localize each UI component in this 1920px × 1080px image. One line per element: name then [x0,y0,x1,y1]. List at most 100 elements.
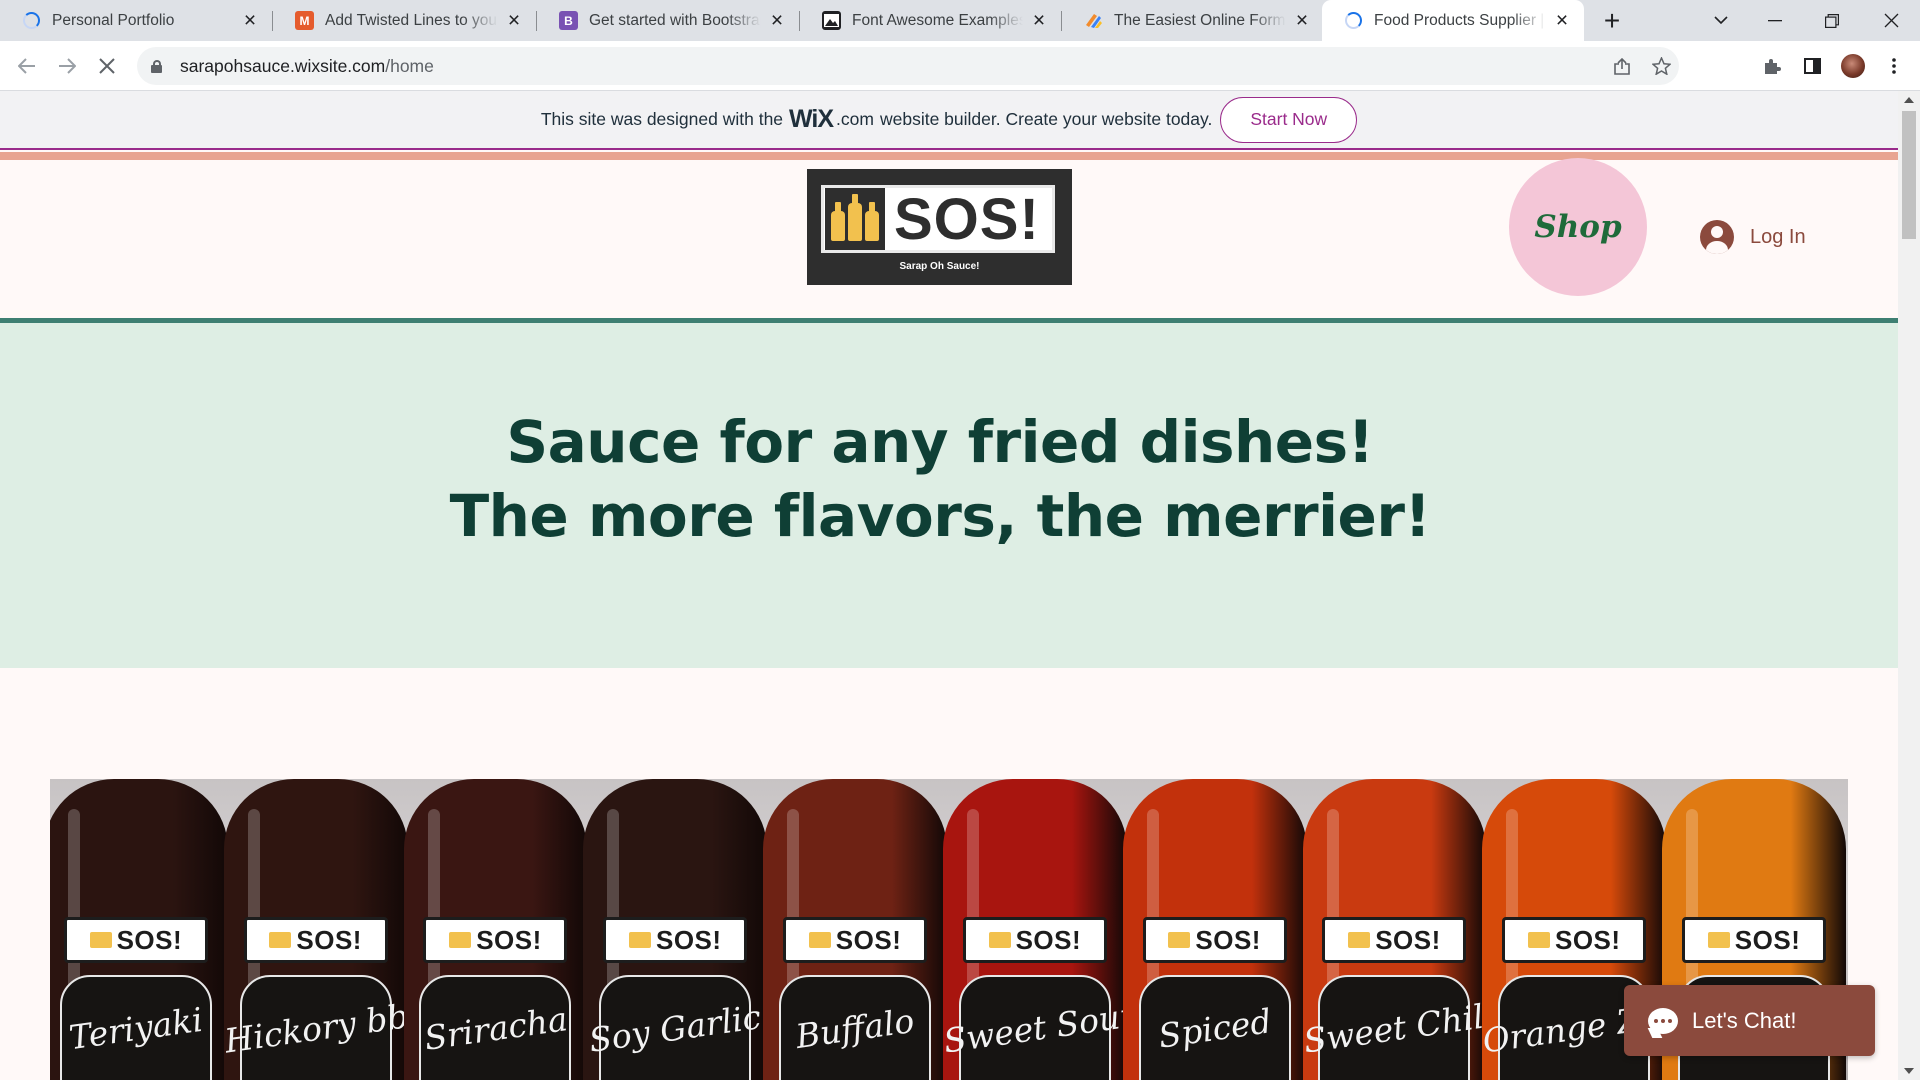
close-icon[interactable]: × [1552,9,1572,32]
login-label: Log In [1750,225,1806,248]
shop-button[interactable]: Shop [1509,158,1647,296]
hero-heading-line-1: Sauce for any fried dishes! [506,408,1374,476]
wix-logo-suffix: .com [836,109,874,129]
minimize-icon[interactable] [1758,0,1792,41]
bottle-label-text: SOS! [655,924,722,955]
browser-tab-strip: Personal Portfolio × M Add Twisted Lines… [0,0,1920,41]
restore-icon[interactable] [1815,0,1849,41]
tab-form-builder[interactable]: The Easiest Online Form Bu × [1062,0,1324,41]
back-icon[interactable] [11,50,43,82]
tab-food-products-supplier[interactable]: Food Products Supplier | SO × [1322,0,1584,41]
bottle-label-text: SOS! [1734,924,1801,955]
bottle-label-text: SOS! [296,924,362,955]
close-icon[interactable]: × [240,9,260,32]
forward-icon[interactable] [51,50,83,82]
browser-toolbar: sarapohsauce.wixsite.com/home [0,41,1920,91]
bottle-label: SOS! [1322,917,1467,963]
wix-banner-prefix: This site was designed with the [540,109,784,129]
sauce-bottle: SOS! Teriyaki [50,779,228,1080]
sauce-bottle: SOS! Spiced [1122,779,1307,1080]
bottle-label: SOS! [243,917,388,963]
sauce-bottle: SOS! Sweet Chili [1302,779,1487,1080]
sauce-bottle: SOS! Buffalo [763,779,947,1080]
wix-banner-suffix: website builder. Create your website tod… [879,109,1213,129]
banner-accent-stripe [0,152,1898,160]
chat-label: Let's Chat! [1692,1007,1797,1033]
m-logo-icon: M [295,11,314,30]
bottle-label-text: SOS! [1375,924,1441,955]
sauce-bottle: SOS! Hickory bbq [223,779,408,1080]
bottle-label-text: SOS! [1554,924,1621,955]
start-now-button[interactable]: Start Now [1220,96,1358,143]
new-tab-button[interactable]: + [1595,0,1629,41]
bottles-logo-icon [825,188,885,250]
logo-tagline: Sarap Oh Sauce! [899,261,980,272]
tab-font-awesome[interactable]: Font Awesome Examples × [800,0,1061,41]
lock-icon [151,59,162,73]
bottle-label-text: SOS! [116,924,183,955]
bottle-label: SOS! [423,917,568,963]
tab-personal-portfolio[interactable]: Personal Portfolio × [0,0,272,41]
shop-label: Shop [1534,209,1622,245]
bottle-label-text: SOS! [476,924,542,955]
tab-bootstrap[interactable]: B Get started with Bootstrap · × [537,0,799,41]
sauce-bottle: SOS! Sriracha [403,779,588,1080]
sauce-bottles-photo: SOS! Teriyaki SOS! Hickory bbq SOS! Sriracha S… [50,779,1848,1080]
close-window-icon[interactable] [1874,0,1908,41]
crown-icon [1348,932,1371,948]
url-host: sarapohsauce.wixsite.com [180,55,386,76]
wix-banner-text: This site was designed with the WiX .com … [541,105,1213,134]
address-bar[interactable]: sarapohsauce.wixsite.com/home [137,47,1679,85]
loading-spinner-icon [22,11,41,30]
tab-search-chevron-icon[interactable] [1703,0,1739,41]
close-icon[interactable]: × [1292,9,1312,32]
logo-badge: SOS! [821,185,1055,253]
tab-title: Personal Portfolio [52,11,175,29]
wix-promo-banner: This site was designed with the WiX .com … [0,91,1898,150]
scroll-up-arrow-icon[interactable] [1904,97,1914,103]
user-avatar-icon [1700,220,1734,254]
login-link[interactable]: Log In [1700,220,1806,254]
bottle-label: SOS! [783,917,928,963]
scroll-down-arrow-icon[interactable] [1904,1068,1914,1074]
crown-icon [1707,932,1730,948]
profile-avatar[interactable] [1838,51,1868,81]
share-icon[interactable] [1610,54,1634,78]
close-icon[interactable]: × [1029,9,1049,32]
scrollbar-thumb[interactable] [1902,111,1916,239]
chat-bubble-icon [1648,1007,1678,1034]
sos-logo[interactable]: SOS! Sarap Oh Sauce! [807,169,1072,285]
hero-heading-line-2: The more flavors, the merrier! [449,482,1431,550]
bottle-label: SOS! [603,917,748,963]
stop-loading-icon[interactable] [91,50,123,82]
logo-wordmark: SOS! [894,186,1040,252]
bottle-label: SOS! [1502,917,1647,963]
tab-title: Font Awesome Examples [852,11,1023,29]
tab-title: Food Products Supplier | SO [1374,11,1546,29]
bottle-label-text: SOS! [1015,924,1082,955]
bottle-label: SOS! [962,917,1107,963]
extensions-puzzle-icon[interactable] [1757,51,1787,81]
side-panel-icon[interactable] [1797,51,1827,81]
crown-icon [628,932,651,948]
wix-logo: WiX [789,105,834,133]
bottle-label-text: SOS! [835,924,902,955]
loading-spinner-icon [1344,11,1363,30]
crown-icon [1168,932,1191,948]
url-path: /home [385,55,434,76]
close-icon[interactable]: × [504,9,524,32]
page-scrollbar[interactable] [1898,91,1920,1080]
menu-kebab-icon[interactable] [1879,51,1909,81]
tab-title: Add Twisted Lines to your w [325,11,498,29]
tab-title: Get started with Bootstrap · [589,11,761,29]
lets-chat-button[interactable]: Let's Chat! [1624,985,1875,1056]
bottle-label: SOS! [63,917,208,963]
close-icon[interactable]: × [767,9,787,32]
crown-icon [1527,932,1550,948]
bottle-label: SOS! [1142,917,1287,963]
tab-add-twisted-lines[interactable]: M Add Twisted Lines to your w × [273,0,536,41]
crown-icon [89,932,112,948]
tab-title: The Easiest Online Form Bu [1114,11,1286,29]
bookmark-star-icon[interactable] [1649,54,1673,78]
bottle-label-text: SOS! [1195,924,1261,955]
